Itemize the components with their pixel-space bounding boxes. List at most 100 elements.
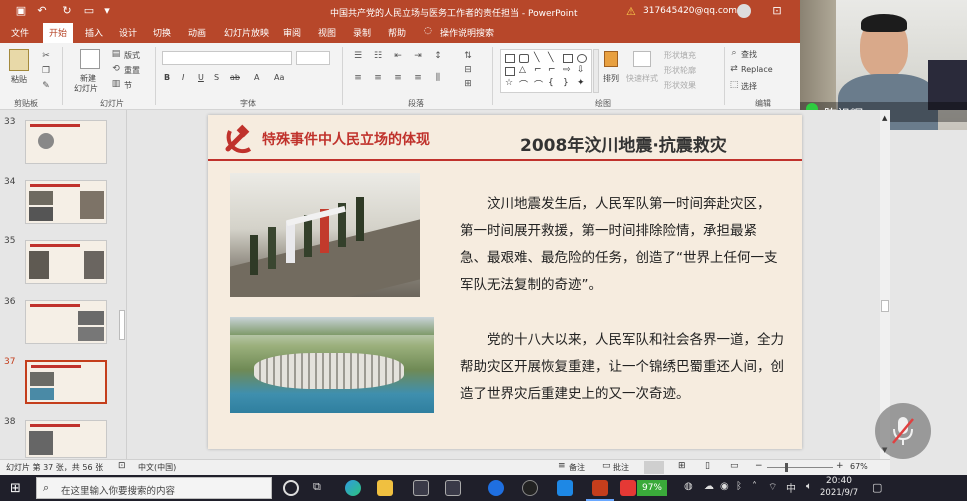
zoom-level[interactable]: 67% [850, 462, 868, 471]
star-shape-icon[interactable]: ☆ [505, 78, 513, 88]
shape-fill-button[interactable]: 形状填充 [664, 50, 696, 61]
qq-icon[interactable] [522, 480, 538, 496]
align-text-icon[interactable]: ⊟ [462, 65, 474, 76]
strikethrough-button[interactable]: ab [230, 73, 240, 82]
tab-animations[interactable]: 动画 [188, 26, 206, 39]
file-explorer-icon[interactable] [377, 480, 393, 496]
bullets-icon[interactable]: ☰ [352, 51, 364, 62]
scroll-thumb[interactable] [881, 300, 889, 312]
tab-transitions[interactable]: 切换 [153, 26, 171, 39]
select-icon[interactable]: ⬚ [728, 80, 740, 91]
slide-thumbnail-36[interactable] [25, 300, 107, 344]
tab-record[interactable]: 录制 [353, 26, 371, 39]
tray-icon[interactable]: ◍ [684, 481, 693, 492]
meeting-app-icon[interactable] [557, 480, 573, 496]
zoom-slider-thumb[interactable] [785, 463, 788, 472]
notification-icon[interactable]: ▢ [872, 481, 882, 494]
justify-icon[interactable]: ≡ [412, 73, 424, 84]
reset-icon[interactable]: ⟲ [110, 64, 122, 75]
elbow-shape-icon[interactable]: ⌐ [534, 65, 542, 75]
arrow-down-shape-icon[interactable]: ⇩ [577, 65, 585, 75]
cortana-icon[interactable] [283, 480, 299, 496]
windows-start-icon[interactable]: ⊞ [10, 481, 21, 496]
mic-muted-button[interactable] [875, 403, 931, 459]
tab-file[interactable]: 文件 [11, 26, 29, 39]
font-name-combo[interactable] [162, 51, 292, 65]
underline-button[interactable]: U [198, 73, 204, 82]
copy-icon[interactable]: ❐ [40, 66, 52, 77]
bluetooth-icon[interactable]: ᛒ [736, 481, 742, 492]
select-button[interactable]: 选择 [741, 81, 757, 92]
account-email[interactable]: 317645420@qq.com [643, 6, 737, 16]
bold-button[interactable]: B [164, 73, 170, 82]
comments-button[interactable]: 批注 [613, 462, 629, 473]
warning-icon[interactable]: ⚠ [626, 5, 636, 18]
present-icon[interactable]: ▭ [82, 4, 96, 18]
app-icon-red[interactable] [620, 480, 636, 496]
italic-button[interactable]: I [182, 73, 184, 82]
layout-icon[interactable]: ▤ [110, 49, 122, 60]
clock-date[interactable]: 2021/9/7 [820, 488, 858, 498]
slide-thumbnail-33[interactable] [25, 120, 107, 164]
ribbon-display-icon[interactable]: ⊡ [770, 4, 784, 18]
clock-time[interactable]: 20:40 [826, 476, 852, 486]
avatar[interactable] [737, 4, 751, 18]
font-size-combo[interactable] [296, 51, 330, 65]
lenovo-app-icon[interactable] [488, 480, 504, 496]
network-icon[interactable]: ⌔ [768, 481, 777, 494]
slide-thumbnail-34[interactable] [25, 180, 107, 224]
reading-view-icon[interactable]: ▯ [705, 461, 710, 471]
slide-sorter-icon[interactable]: ⊞ [678, 461, 686, 471]
zoom-out-icon[interactable]: − [755, 461, 763, 471]
layout-button[interactable]: 版式 [124, 50, 140, 61]
notes-button[interactable]: 备注 [569, 462, 585, 473]
triangle-shape-icon[interactable]: △ [519, 65, 526, 75]
comments-icon[interactable]: ▭ [602, 461, 611, 471]
arrange-icon[interactable] [604, 51, 618, 67]
show-hidden-icons[interactable]: ˄ [752, 481, 757, 492]
mail-icon[interactable] [445, 480, 461, 496]
tab-view[interactable]: 视图 [318, 26, 336, 39]
tab-home[interactable]: 开始 [43, 23, 74, 43]
shape-outline-button[interactable]: 形状轮廓 [664, 65, 696, 76]
elbow-shape-icon-2[interactable]: ⌐ [548, 65, 556, 75]
cloud-icon[interactable]: ☁ [704, 481, 714, 492]
normal-view-button[interactable] [644, 461, 664, 474]
tab-design[interactable]: 设计 [119, 26, 137, 39]
find-button[interactable]: 查找 [741, 49, 757, 60]
align-center-icon[interactable]: ≡ [372, 73, 384, 84]
align-right-icon[interactable]: ≡ [392, 73, 404, 84]
shapes-gallery-scroll[interactable] [593, 49, 599, 93]
line-spacing-icon[interactable]: ↕ [432, 51, 444, 62]
line-shape-icon[interactable]: ╲ [534, 53, 539, 63]
arrow-right-shape-icon[interactable]: ⇨ [563, 65, 571, 75]
smartart-icon[interactable]: ⊞ [462, 79, 474, 90]
slide-thumbnail-37[interactable] [25, 360, 107, 404]
case-icon[interactable]: Aa [274, 73, 284, 82]
replace-button[interactable]: Replace [741, 65, 773, 74]
ime-indicator[interactable]: 中 [786, 480, 796, 495]
shape-effects-button[interactable]: 形状效果 [664, 80, 696, 91]
line-shape-icon-2[interactable]: ╲ [548, 53, 553, 63]
shapes-gallery[interactable]: ╲ ╲ △ ⌐ ⌐ ⇨ ⇩ ☆ ⌒ ⌒ { } ✦ [500, 49, 592, 93]
tab-insert[interactable]: 插入 [85, 26, 103, 39]
powerpoint-taskbar-icon[interactable] [592, 480, 608, 496]
tab-slideshow[interactable]: 幻灯片放映 [224, 26, 269, 39]
arrange-button[interactable]: 排列 [603, 73, 619, 84]
store-icon[interactable] [413, 480, 429, 496]
taskbar-search-box[interactable]: ⌕ 在这里输入你要搜索的内容 [36, 477, 272, 499]
quick-styles-icon[interactable] [633, 51, 651, 67]
zoom-slider[interactable] [767, 467, 833, 468]
cut-icon[interactable]: ✂ [40, 51, 52, 62]
curve-shape-icon[interactable]: ⌒ [519, 78, 528, 91]
align-left-icon[interactable]: ≡ [352, 73, 364, 84]
outdent-icon[interactable]: ⇥ [412, 51, 424, 62]
save-icon[interactable]: ▣ [14, 4, 28, 18]
indent-icon[interactable]: ⇤ [392, 51, 404, 62]
slideshow-icon[interactable]: ▭ [730, 461, 739, 471]
notes-icon[interactable]: ≡ [558, 461, 566, 471]
shadow-button[interactable]: S [214, 73, 219, 82]
section-button[interactable]: 节 [124, 80, 132, 91]
language-indicator[interactable]: 中文(中国) [138, 462, 176, 473]
curve-shape-icon-2[interactable]: ⌒ [534, 78, 543, 91]
